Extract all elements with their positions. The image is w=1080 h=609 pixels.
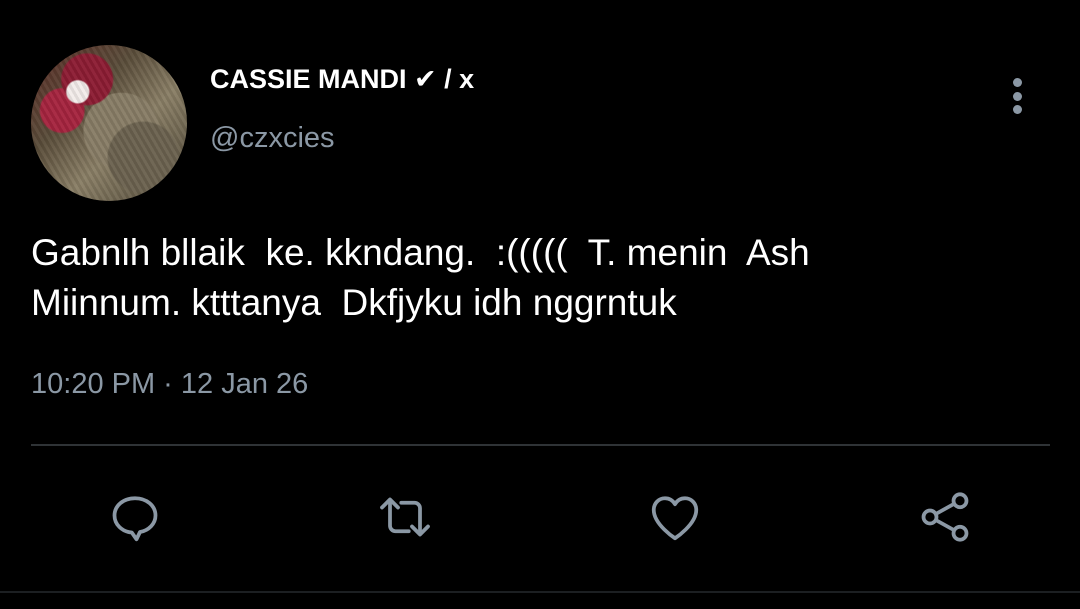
share-button[interactable] — [914, 486, 976, 548]
more-dot — [1012, 105, 1022, 114]
tweet-timestamp[interactable]: 10:20 PM · 12 Jan 26 — [31, 368, 308, 401]
avatar[interactable] — [31, 45, 187, 201]
reply-icon — [112, 496, 158, 542]
more-dot — [1012, 91, 1022, 101]
retweet-icon — [380, 497, 430, 537]
reply-button[interactable] — [104, 486, 166, 548]
bottom-divider — [0, 591, 1080, 593]
user-handle[interactable]: @czxcies — [210, 122, 335, 155]
retweet-button[interactable] — [374, 486, 436, 548]
more-dot — [1012, 78, 1022, 87]
tweet-text: Gabnlh bllaik ke. kkndang. :((((( T. men… — [31, 232, 810, 323]
share-icon — [921, 492, 969, 542]
display-name[interactable]: CASSIE MANDI ✔ / x — [210, 64, 474, 95]
more-vertical-icon[interactable] — [1001, 74, 1033, 118]
heart-icon — [651, 496, 699, 541]
like-button[interactable] — [644, 486, 706, 548]
tweet-detail: CASSIE MANDI ✔ / x @czxcies Gabnlh bllai… — [0, 0, 1080, 609]
divider — [31, 444, 1050, 446]
